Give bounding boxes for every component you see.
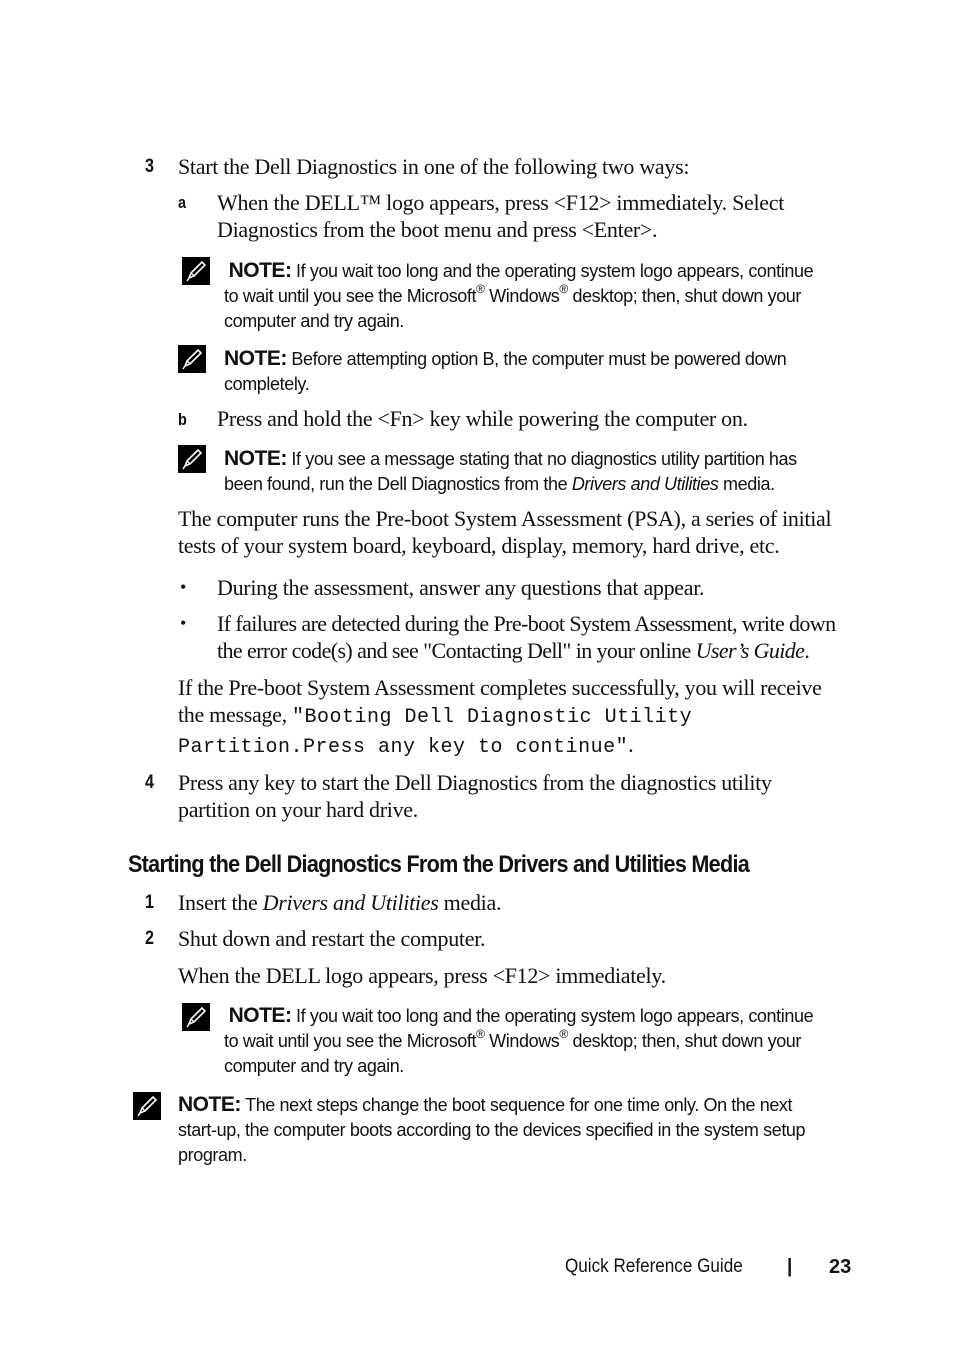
step-text: Insert the Drivers and Utilities media.	[178, 890, 502, 915]
note-pencil-icon	[133, 1092, 161, 1120]
note-text: NOTE: If you see a message stating that …	[224, 447, 797, 494]
success-paragraph: If the Pre-boot System Assessment comple…	[178, 675, 822, 759]
option-a-line2: Diagnostics from the boot menu and press…	[217, 217, 658, 242]
footer-separator: |	[787, 1256, 793, 1277]
code-message: "Booting Dell Diagnostic Utility	[292, 706, 693, 729]
footer-guide-title: Quick Reference Guide	[565, 1256, 743, 1277]
note-pencil-icon	[178, 345, 206, 373]
note-label: NOTE:	[228, 1004, 292, 1027]
option-a-line1: When the DELL™ logo appears, press <F12>…	[217, 190, 785, 215]
step-number: 3	[145, 156, 154, 177]
section-heading: Starting the Dell Diagnostics From the D…	[128, 851, 750, 878]
step-text: Press any key to start the Dell Diagnost…	[178, 770, 772, 822]
psa-paragraph: The computer runs the Pre-boot System As…	[178, 506, 832, 558]
code-message: Partition.Press any key to continue"	[178, 736, 629, 759]
bullet-icon: •	[180, 577, 187, 597]
bullet-icon: •	[180, 613, 187, 633]
note-text: NOTE: If you wait too long and the opera…	[224, 259, 814, 331]
step-number: 1	[145, 892, 154, 913]
option-letter: b	[178, 410, 187, 429]
step-number: 2	[145, 928, 154, 949]
step-text: Shut down and restart the computer.	[178, 926, 486, 951]
step-followup: When the DELL logo appears, press <F12> …	[178, 963, 666, 988]
option-letter: a	[178, 193, 187, 212]
note-pencil-icon	[182, 1003, 210, 1031]
option-b-text: Press and hold the <Fn> key while poweri…	[217, 406, 748, 431]
note-text: NOTE: The next steps change the boot seq…	[178, 1093, 806, 1165]
note-pencil-icon	[178, 445, 206, 473]
note-label: NOTE:	[224, 447, 287, 470]
note-pencil-icon	[182, 257, 210, 285]
step-number: 4	[145, 772, 154, 793]
step-text: Start the Dell Diagnostics in one of the…	[178, 154, 690, 179]
bullet-item: If failures are detected during the Pre-…	[217, 611, 836, 663]
note-label: NOTE:	[224, 347, 287, 370]
note-text: NOTE: If you wait too long and the opera…	[224, 1004, 814, 1076]
note-text: NOTE: Before attempting option B, the co…	[224, 347, 787, 394]
bullet-item: During the assessment, answer any questi…	[217, 575, 705, 600]
note-label: NOTE:	[228, 259, 292, 282]
note-label: NOTE:	[178, 1093, 241, 1116]
page-number: 23	[829, 1256, 852, 1278]
